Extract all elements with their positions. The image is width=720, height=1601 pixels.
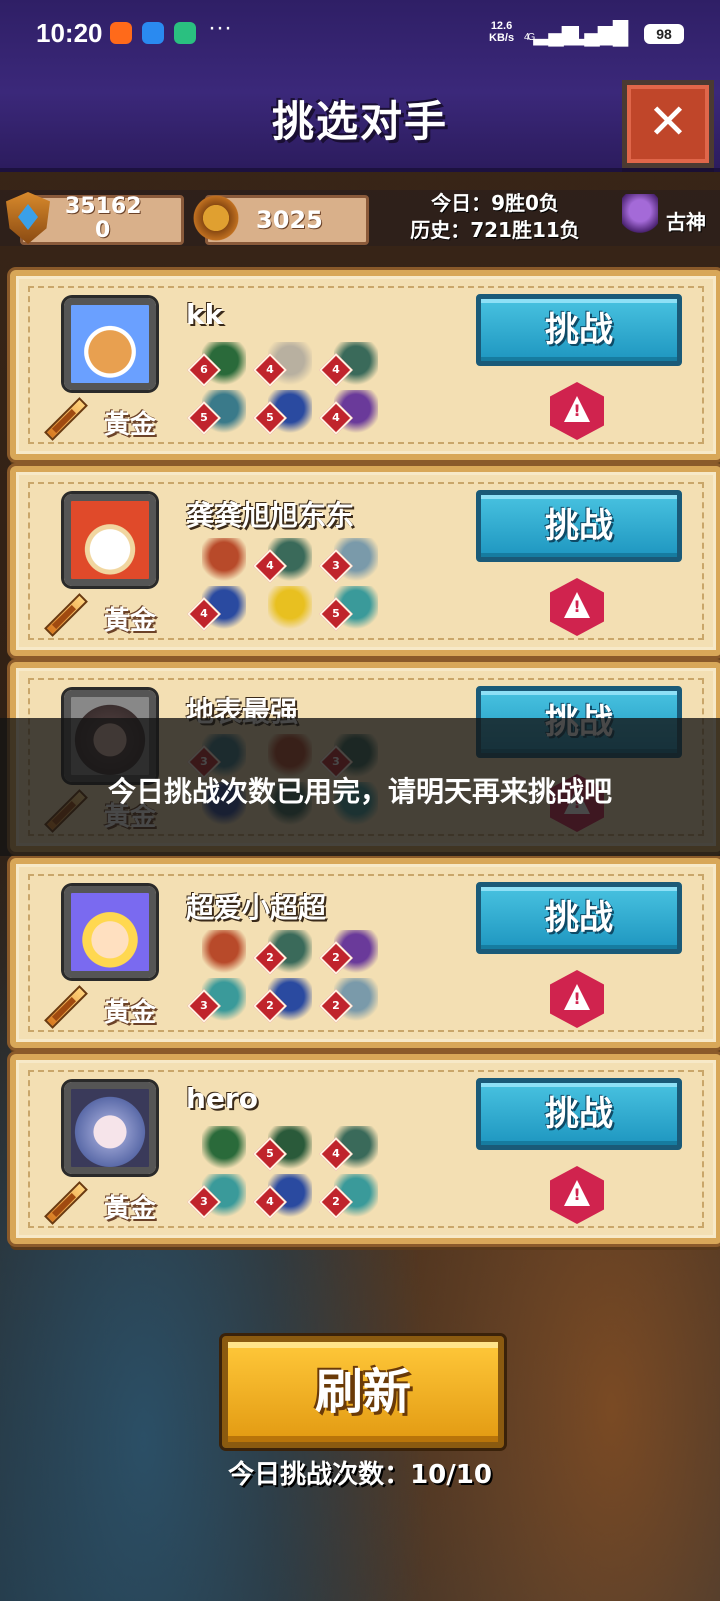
- hero-unit-icon: [268, 586, 312, 632]
- opponent-card: 黃金 超爱小超超 挑战! 2 2 3 2 2: [10, 858, 720, 1048]
- refresh-button[interactable]: 刷新: [222, 1336, 504, 1448]
- page-title: 挑选对手: [271, 97, 448, 146]
- today-record: 今日：9胜0负: [431, 191, 559, 215]
- sword-icon: [40, 986, 88, 1034]
- hero-level-text: 2: [266, 999, 274, 1012]
- net-speed: 12.6 KB/s: [489, 20, 515, 44]
- player-name: 超爱小超超: [186, 891, 327, 924]
- player-name: kk: [186, 298, 224, 331]
- rank-label: 黃金: [104, 1194, 157, 1224]
- avatar: [64, 494, 156, 586]
- challenge-count-label: 今日挑战次数：10/10: [228, 1460, 492, 1490]
- mi-app-icon: [110, 22, 132, 44]
- sword-icon: [40, 398, 88, 446]
- rank-label: 黃金: [104, 606, 157, 636]
- warning-icon: !: [564, 396, 590, 422]
- status-time: 10:20: [36, 18, 103, 48]
- rank-label: 黃金: [104, 410, 157, 440]
- hero-level-text: 3: [200, 999, 208, 1012]
- record-info: 今日：9胜0负 历史：721胜11负: [395, 190, 595, 244]
- hero-level-text: 2: [266, 951, 274, 964]
- hero-level-text: 4: [200, 607, 208, 620]
- hero-level-text: 5: [266, 411, 274, 424]
- hotspot-app-icon: [174, 22, 196, 44]
- score-bottom: 0: [95, 218, 111, 243]
- hero-level-text: 2: [332, 999, 340, 1012]
- hero-unit-icon: [202, 930, 246, 976]
- god-icon: [622, 194, 658, 242]
- hero-unit-icon: [202, 1126, 246, 1172]
- opponent-card: 黃金 kk 挑战! 6 4 4 5 5 4: [10, 270, 720, 460]
- hero-level-text: 3: [332, 559, 340, 572]
- hero-level-text: 4: [266, 363, 274, 376]
- battery-indicator: 98: [644, 24, 684, 44]
- rank-label: 黃金: [104, 998, 157, 1028]
- opponent-card: 黃金 龚龚旭旭东东 挑战! 4 3 4 5: [10, 466, 720, 656]
- god-label: 古神: [666, 210, 706, 234]
- medal-icon: [190, 192, 242, 244]
- player-name: hero: [186, 1082, 258, 1115]
- hero-level-text: 2: [332, 1195, 340, 1208]
- challenge-button[interactable]: 挑战: [476, 1078, 682, 1150]
- hero-level-text: 6: [200, 363, 208, 376]
- hero-level-text: 3: [200, 1195, 208, 1208]
- hero-level-text: 5: [332, 607, 340, 620]
- warning-icon: !: [564, 592, 590, 618]
- warning-icon: !: [564, 984, 590, 1010]
- challenge-button[interactable]: 挑战: [476, 882, 682, 954]
- status-bar: 10:20 ··· 12.6 KB/s 4G▂▄▆ 4G▂▄▆█ ◠ 98: [0, 0, 720, 70]
- hero-level-text: 5: [200, 411, 208, 424]
- avatar: [64, 298, 156, 390]
- toast-overlay: 今日挑战次数已用完，请明天再来挑战吧: [0, 718, 720, 856]
- toast-message: 今日挑战次数已用完，请明天再来挑战吧: [107, 775, 612, 808]
- hero-level-text: 4: [332, 411, 340, 424]
- hero-level-text: 4: [266, 1195, 274, 1208]
- close-button[interactable]: ✕: [622, 80, 714, 168]
- hero-level-text: 4: [332, 363, 340, 376]
- stats-bar: 35162 0 3025: [0, 190, 720, 246]
- hero-level-text: 5: [266, 1147, 274, 1160]
- browser-app-icon: [142, 22, 164, 44]
- challenge-button[interactable]: 挑战: [476, 490, 682, 562]
- avatar: [64, 886, 156, 978]
- sword-icon: [40, 594, 88, 642]
- sword-icon: [40, 1182, 88, 1230]
- more-notifications-icon: ···: [208, 14, 232, 41]
- avatar: [64, 1082, 156, 1174]
- wifi-icon: ◠: [604, 22, 622, 44]
- hero-level-text: 4: [266, 559, 274, 572]
- score-top: 35162: [65, 194, 142, 219]
- medal-value: 3025: [256, 206, 323, 234]
- warning-icon: !: [564, 1180, 590, 1206]
- opponent-card: 黃金 hero 挑战! 5 4 3 4 2: [10, 1054, 720, 1244]
- hero-level-text: 4: [332, 1147, 340, 1160]
- player-name: 龚龚旭旭东东: [186, 499, 355, 532]
- hero-unit-icon: [202, 538, 246, 584]
- challenge-button[interactable]: 挑战: [476, 294, 682, 366]
- hero-level-text: 2: [332, 951, 340, 964]
- history-record: 历史：721胜11负: [410, 218, 580, 242]
